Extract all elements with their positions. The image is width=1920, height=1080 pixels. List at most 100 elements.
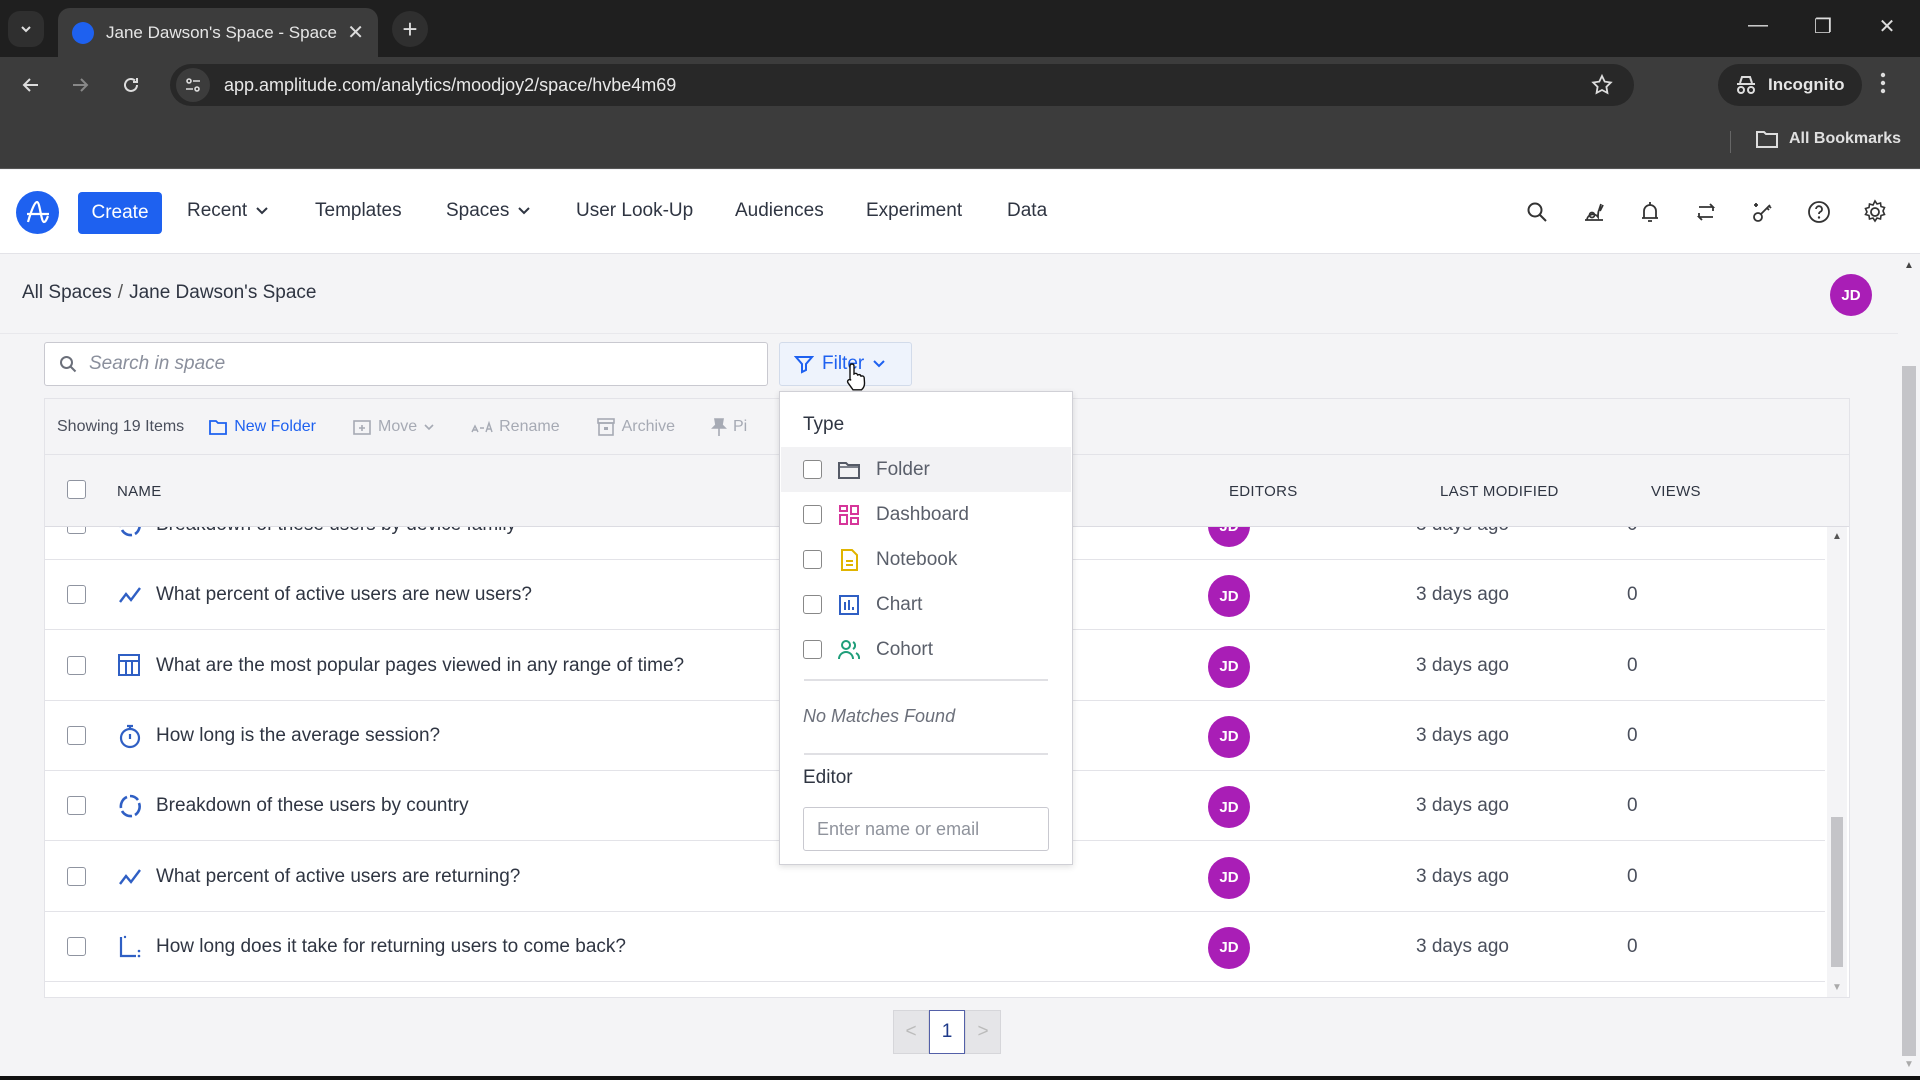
editor-avatar[interactable]: JD [1208,575,1250,618]
forward-button[interactable] [65,70,95,100]
page-scroll-up-arrow[interactable]: ▲ [1904,260,1914,271]
close-window-button[interactable]: ✕ [1867,14,1907,39]
editor-avatar[interactable]: JD [1208,645,1250,688]
editor-avatar[interactable]: JD [1208,926,1250,969]
incognito-badge[interactable]: Incognito [1718,64,1862,106]
move-icon [353,419,371,435]
folder-checkbox[interactable] [803,460,822,479]
page-1-button[interactable]: 1 [929,1010,965,1054]
scroll-down-arrow[interactable]: ▼ [1832,982,1842,993]
table-row[interactable]: How long does it take for returning user… [45,911,1825,982]
editor-avatar[interactable]: JD [1208,715,1250,758]
view-count: 0 [1627,865,1638,887]
reload-icon [124,77,138,92]
dashboard-checkbox[interactable] [803,505,822,524]
type-option-dashboard[interactable]: Dashboard [781,492,1071,537]
nav-templates[interactable]: Templates [315,200,402,222]
item-name[interactable]: Breakdown of these users by country [156,795,469,817]
key-sparkle-icon[interactable] [1749,198,1777,226]
minimize-button[interactable]: — [1738,14,1778,37]
item-name[interactable]: How long is the average session? [156,725,440,747]
row-checkbox[interactable] [67,527,86,534]
type-option-chart[interactable]: Chart [781,582,1071,627]
row-checkbox[interactable] [67,936,86,956]
new-folder-button[interactable]: New Folder [208,418,316,436]
chart-checkbox[interactable] [803,595,822,614]
bell-icon[interactable] [1636,198,1664,226]
help-icon[interactable] [1805,198,1833,226]
snail-icon[interactable] [1580,198,1608,226]
browser-menu-button[interactable] [1880,72,1886,94]
editor-avatar[interactable]: JD [1208,856,1250,899]
page-scroll-down-arrow[interactable]: ▼ [1904,1059,1914,1070]
row-checkbox[interactable] [67,796,86,816]
rename-button[interactable]: Rename [471,418,560,436]
dashboard-icon [836,502,862,528]
select-all-checkbox[interactable] [67,480,86,499]
scroll-up-arrow[interactable]: ▲ [1832,531,1842,542]
item-name[interactable]: How long does it take for returning user… [156,936,626,958]
move-button[interactable]: Move [352,418,435,436]
address-bar[interactable]: app.amplitude.com/analytics/moodjoy2/spa… [170,64,1634,106]
row-checkbox[interactable] [67,655,86,675]
pin-button[interactable]: Pi [711,417,747,437]
item-name[interactable]: Breakdown of these users by device famil… [156,527,516,536]
breadcrumb-all-spaces[interactable]: All Spaces [22,282,112,303]
type-option-cohort[interactable]: Cohort [781,627,1071,672]
close-tab-icon[interactable]: ✕ [347,20,364,45]
item-name[interactable]: What percent of active users are new use… [156,584,532,606]
create-button[interactable]: Create [78,192,162,234]
table-scrollbar[interactable]: ▲ ▼ [1827,527,1847,997]
user-avatar[interactable]: JD [1830,274,1872,316]
notebook-checkbox[interactable] [803,550,822,569]
type-option-folder[interactable]: Folder [781,447,1071,492]
editor-avatar[interactable]: JD [1208,786,1250,829]
item-name[interactable]: What are the most popular pages viewed i… [156,655,684,677]
search-input[interactable] [89,353,729,375]
view-count: 0 [1627,654,1638,676]
browser-tab-bar: Jane Dawson's Space - Space - ✕ + — ❐ ✕ [0,0,1920,57]
column-last-modified[interactable]: LAST MODIFIED [1440,483,1559,500]
gear-icon[interactable] [1861,198,1889,226]
all-bookmarks-button[interactable]: All Bookmarks [1755,129,1901,149]
back-button[interactable] [16,70,46,100]
chevron-down-icon [424,423,434,430]
item-name[interactable]: What percent of active users are returni… [156,866,520,888]
search-icon[interactable] [1523,198,1551,226]
bookmark-star-icon[interactable] [1590,73,1614,97]
column-views[interactable]: VIEWS [1651,483,1701,500]
row-checkbox[interactable] [67,725,86,745]
mouse-cursor [845,362,867,392]
page-scrollbar[interactable]: ▲ ▼ [1898,254,1920,1074]
column-editors[interactable]: EDITORS [1229,483,1298,500]
type-option-notebook[interactable]: Notebook [781,537,1071,582]
nav-recent[interactable]: Recent [187,200,269,222]
editor-avatar[interactable]: JD [1208,527,1250,547]
search-box[interactable] [44,342,768,386]
chevron-down-icon [21,26,31,33]
reload-button[interactable] [116,70,146,100]
amplitude-logo[interactable] [16,191,59,234]
site-settings-icon[interactable] [176,68,210,102]
nav-spaces[interactable]: Spaces [446,200,531,222]
move-label: Move [378,417,418,435]
prev-page-button[interactable]: < [893,1010,929,1054]
nav-data[interactable]: Data [1007,200,1047,222]
arrows-swap-icon[interactable] [1692,198,1720,226]
tab-search-button[interactable] [8,11,44,47]
table-scroll-thumb[interactable] [1831,817,1843,967]
nav-user-lookup[interactable]: User Look-Up [576,200,693,222]
nav-audiences[interactable]: Audiences [735,200,824,222]
nav-experiment[interactable]: Experiment [866,200,962,222]
new-tab-button[interactable]: + [392,11,428,47]
editor-input[interactable] [803,807,1049,851]
cohort-checkbox[interactable] [803,640,822,659]
browser-tab[interactable]: Jane Dawson's Space - Space - ✕ [58,8,378,57]
archive-button[interactable]: Archive [596,417,675,437]
next-page-button[interactable]: > [965,1010,1001,1054]
page-scroll-thumb[interactable] [1902,366,1916,1056]
restore-button[interactable]: ❐ [1803,14,1843,39]
row-checkbox[interactable] [67,585,86,605]
row-checkbox[interactable] [67,866,86,886]
column-name[interactable]: NAME [117,483,162,500]
